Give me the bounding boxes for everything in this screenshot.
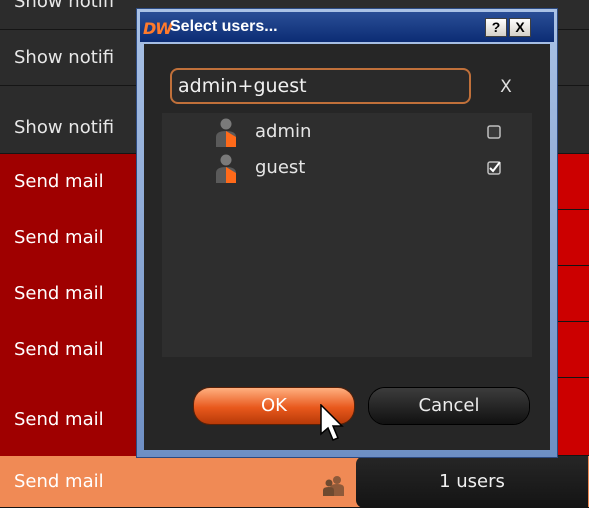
row-label: Show notifi <box>14 47 115 68</box>
help-button[interactable]: ? <box>485 18 507 37</box>
user-item-guest[interactable]: guest <box>162 151 532 187</box>
dialog-titlebar[interactable]: DW Select users... ? X <box>140 12 554 42</box>
close-button[interactable]: X <box>509 18 531 37</box>
table-row-selected[interactable]: Send mail 1 users <box>0 456 589 508</box>
clear-search-button[interactable]: X <box>494 74 518 100</box>
user-name: guest <box>255 157 306 178</box>
users-icon <box>323 476 344 496</box>
row-label: Show notifi <box>14 0 115 12</box>
checkbox-checked-icon[interactable] <box>487 161 501 175</box>
user-item-admin[interactable]: admin <box>162 115 532 151</box>
user-search-input[interactable] <box>170 68 471 104</box>
user-icon <box>216 154 236 183</box>
user-icon <box>216 118 236 147</box>
dialog-title: Select users... <box>170 18 278 35</box>
app-logo: DW <box>143 19 173 38</box>
mouse-cursor-icon <box>320 404 344 441</box>
users-count-button[interactable]: 1 users <box>356 456 588 508</box>
user-name: admin <box>255 121 312 142</box>
row-label: Send mail <box>14 283 104 304</box>
row-label: Send mail <box>14 471 104 492</box>
row-label: Send mail <box>14 339 104 360</box>
row-label: Send mail <box>14 227 104 248</box>
user-list: admin guest <box>162 113 532 357</box>
row-label: Show notifi <box>14 117 115 138</box>
row-label: Send mail <box>14 409 104 430</box>
cancel-button[interactable]: Cancel <box>369 388 529 424</box>
checkbox-unchecked-icon[interactable] <box>487 125 501 139</box>
row-label: Send mail <box>14 171 104 192</box>
